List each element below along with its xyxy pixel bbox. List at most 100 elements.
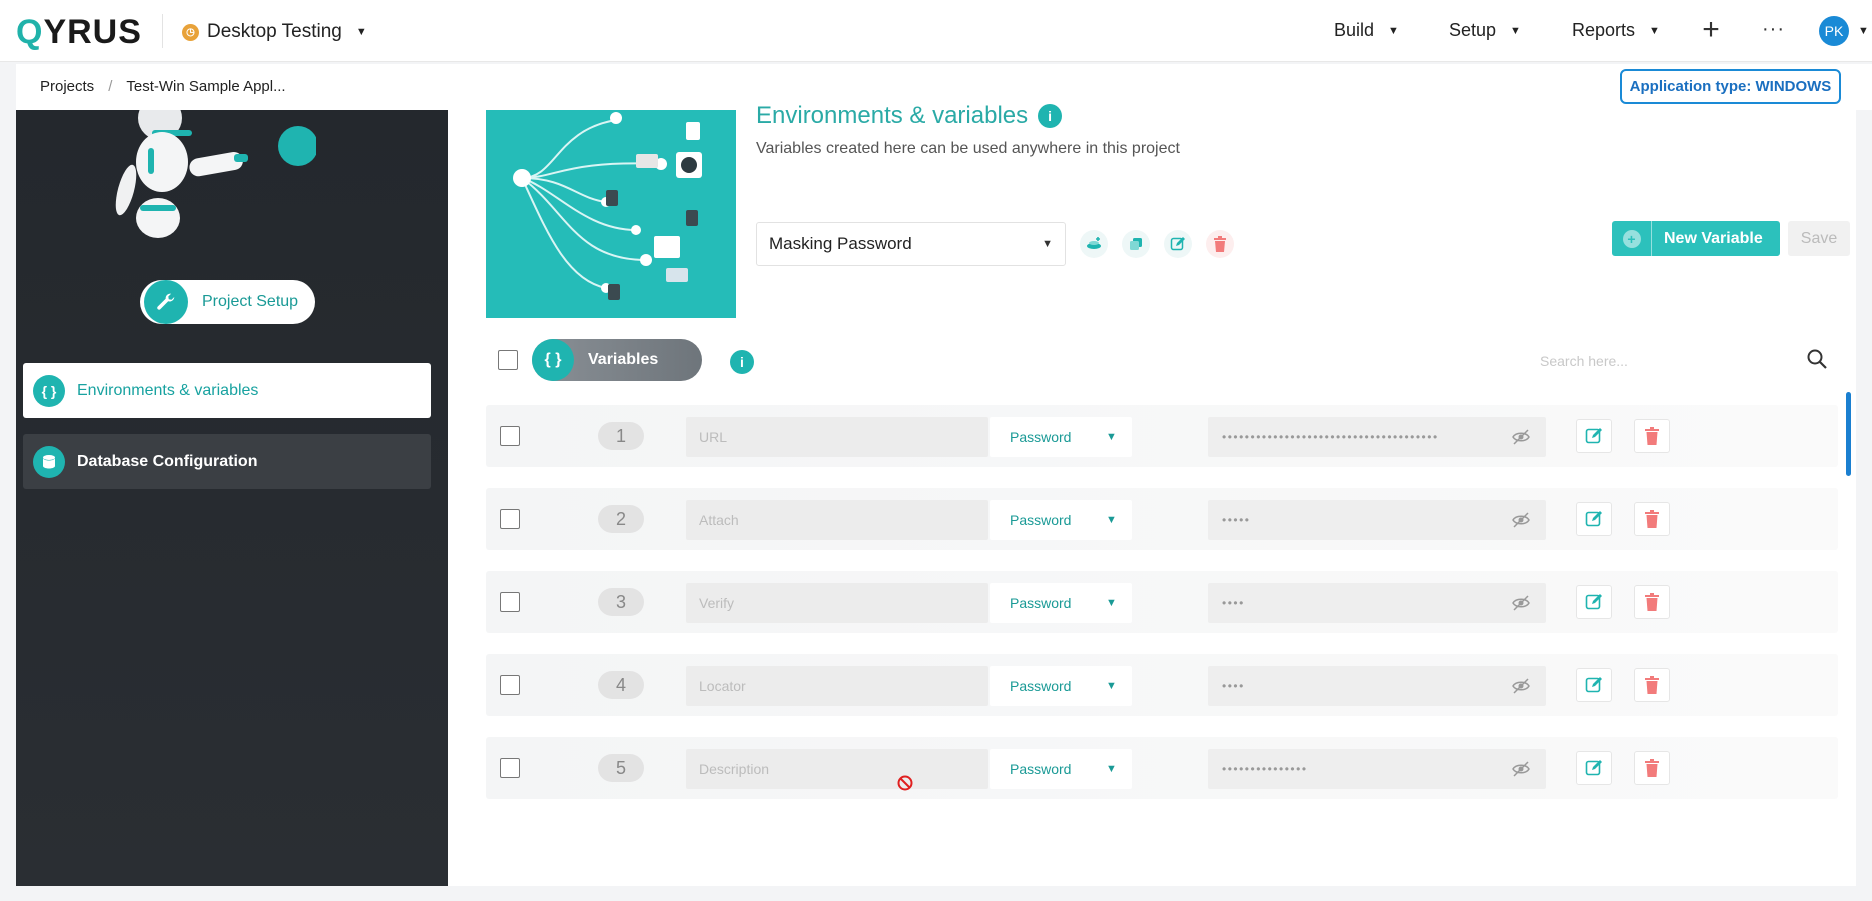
- project-switcher[interactable]: ◷ Desktop Testing ▼: [182, 20, 367, 44]
- environment-actions: [1080, 230, 1234, 258]
- environment-select-value: Masking Password: [769, 234, 912, 253]
- trash-icon: [1645, 510, 1659, 528]
- variable-value-field[interactable]: •••••••••••••••: [1208, 749, 1546, 789]
- trash-icon: [1645, 427, 1659, 445]
- eye-slash-icon[interactable]: [1511, 593, 1531, 613]
- variable-name-field[interactable]: Verify: [686, 583, 988, 623]
- row-checkbox[interactable]: [500, 592, 520, 612]
- menu-build-label: Build: [1334, 20, 1375, 40]
- edit-button[interactable]: [1576, 419, 1612, 453]
- row-number: 4: [598, 671, 644, 699]
- breadcrumb-separator: /: [108, 78, 113, 95]
- chevron-down-icon[interactable]: ▼: [1858, 25, 1869, 37]
- menu-reports[interactable]: Reports ▼: [1572, 20, 1660, 41]
- network-illustration: [486, 110, 736, 318]
- eye-slash-icon[interactable]: [1511, 510, 1531, 530]
- search-icon[interactable]: [1806, 348, 1828, 370]
- main-panel: Environments & variables i Variables cre…: [448, 102, 1856, 886]
- chevron-down-icon: ▼: [1106, 680, 1117, 692]
- edit-icon: [1585, 677, 1602, 693]
- variable-type-select[interactable]: Password ▼: [990, 500, 1132, 540]
- table-row: 2 Attach Password ▼ •••••: [486, 488, 1838, 550]
- sidebar-item-label: Environments & variables: [77, 381, 259, 399]
- eye-slash-icon[interactable]: [1511, 676, 1531, 696]
- top-navbar: QYRUS ◷ Desktop Testing ▼ Build ▼ Setup …: [0, 0, 1872, 62]
- edit-icon: [1585, 428, 1602, 444]
- variable-value-field[interactable]: ••••: [1208, 583, 1546, 623]
- edit-icon: [1585, 760, 1602, 776]
- variable-value-field[interactable]: •••••: [1208, 500, 1546, 540]
- variable-type-select[interactable]: Password ▼: [990, 666, 1132, 706]
- edit-button[interactable]: [1576, 502, 1612, 536]
- project-setup-button[interactable]: Project Setup: [140, 280, 315, 324]
- variable-value-field[interactable]: ••••••••••••••••••••••••••••••••••••••: [1208, 417, 1546, 457]
- table-row: 4 Locator Password ▼ ••••: [486, 654, 1838, 716]
- application-type-badge: Application type: WINDOWS: [1620, 69, 1841, 104]
- more-menu-button[interactable]: ···: [1762, 18, 1785, 41]
- variable-type-value: Password: [1010, 761, 1072, 777]
- variable-type-value: Password: [1010, 595, 1072, 611]
- chevron-down-icon: ▼: [1106, 597, 1117, 609]
- copy-environment-button[interactable]: [1122, 230, 1150, 258]
- variable-name-field[interactable]: Attach: [686, 500, 988, 540]
- edit-button[interactable]: [1576, 585, 1612, 619]
- chevron-down-icon: ▼: [1510, 24, 1521, 37]
- breadcrumb-current[interactable]: Test-Win Sample Appl...: [126, 78, 285, 95]
- edit-button[interactable]: [1576, 668, 1612, 702]
- page-title: Environments & variables i: [756, 102, 1063, 130]
- delete-button[interactable]: [1634, 668, 1670, 702]
- row-number: 5: [598, 754, 644, 782]
- edit-button[interactable]: [1576, 751, 1612, 785]
- save-button[interactable]: Save: [1788, 221, 1850, 256]
- scrollbar[interactable]: [1846, 392, 1851, 476]
- divider: [162, 14, 163, 48]
- row-checkbox[interactable]: [500, 675, 520, 695]
- info-icon[interactable]: i: [730, 350, 754, 374]
- qyrus-logo[interactable]: QYRUS: [16, 13, 142, 52]
- eye-slash-icon[interactable]: [1511, 759, 1531, 779]
- clock-icon: ◷: [182, 23, 199, 41]
- sidebar-item-environments[interactable]: { } Environments & variables: [23, 363, 431, 418]
- delete-button[interactable]: [1634, 585, 1670, 619]
- table-row: 1 URL Password ▼ •••••••••••••••••••••••…: [486, 405, 1838, 467]
- sidebar-item-label: Database Configuration: [77, 452, 258, 470]
- sidebar-item-database[interactable]: Database Configuration: [23, 434, 431, 489]
- delete-button[interactable]: [1634, 751, 1670, 785]
- variable-value-field[interactable]: ••••: [1208, 666, 1546, 706]
- edit-environment-button[interactable]: [1164, 230, 1192, 258]
- variable-name-field[interactable]: Description: [686, 749, 988, 789]
- search-input[interactable]: [1536, 346, 1826, 376]
- row-number: 3: [598, 588, 644, 616]
- project-setup-label: Project Setup: [202, 293, 299, 310]
- table-row: 5 Description Password ▼ •••••••••••••••: [486, 737, 1838, 799]
- add-button[interactable]: +: [1694, 14, 1728, 48]
- info-icon[interactable]: i: [1038, 104, 1063, 128]
- variable-type-select[interactable]: Password ▼: [990, 749, 1132, 789]
- variable-name-field[interactable]: URL: [686, 417, 988, 457]
- row-checkbox[interactable]: [500, 758, 520, 778]
- delete-button[interactable]: [1634, 419, 1670, 453]
- add-environment-button[interactable]: [1080, 230, 1108, 258]
- breadcrumb-projects[interactable]: Projects: [40, 78, 94, 95]
- sidebar: Project Setup { } Environments & variabl…: [16, 110, 448, 886]
- variable-name-field[interactable]: Locator: [686, 666, 988, 706]
- variable-type-select[interactable]: Password ▼: [990, 583, 1132, 623]
- avatar[interactable]: PK: [1819, 16, 1849, 46]
- menu-build[interactable]: Build ▼: [1334, 20, 1399, 41]
- not-allowed-cursor-icon: [897, 775, 913, 791]
- row-checkbox[interactable]: [500, 509, 520, 529]
- row-checkbox[interactable]: [500, 426, 520, 446]
- delete-button[interactable]: [1634, 502, 1670, 536]
- select-all-checkbox[interactable]: [498, 350, 518, 370]
- edit-icon: [1585, 594, 1602, 610]
- variable-type-select[interactable]: Password ▼: [990, 417, 1132, 457]
- delete-environment-button[interactable]: [1206, 230, 1234, 258]
- chevron-down-icon: ▼: [355, 26, 367, 38]
- menu-setup[interactable]: Setup ▼: [1449, 20, 1521, 41]
- braces-icon: { }: [532, 339, 574, 381]
- environment-select[interactable]: Masking Password ▼: [756, 222, 1066, 266]
- new-variable-button[interactable]: + New Variable: [1612, 221, 1780, 256]
- plus-icon: +: [1612, 221, 1652, 256]
- eye-slash-icon[interactable]: [1511, 427, 1531, 447]
- tab-variables[interactable]: { } Variables: [532, 339, 702, 381]
